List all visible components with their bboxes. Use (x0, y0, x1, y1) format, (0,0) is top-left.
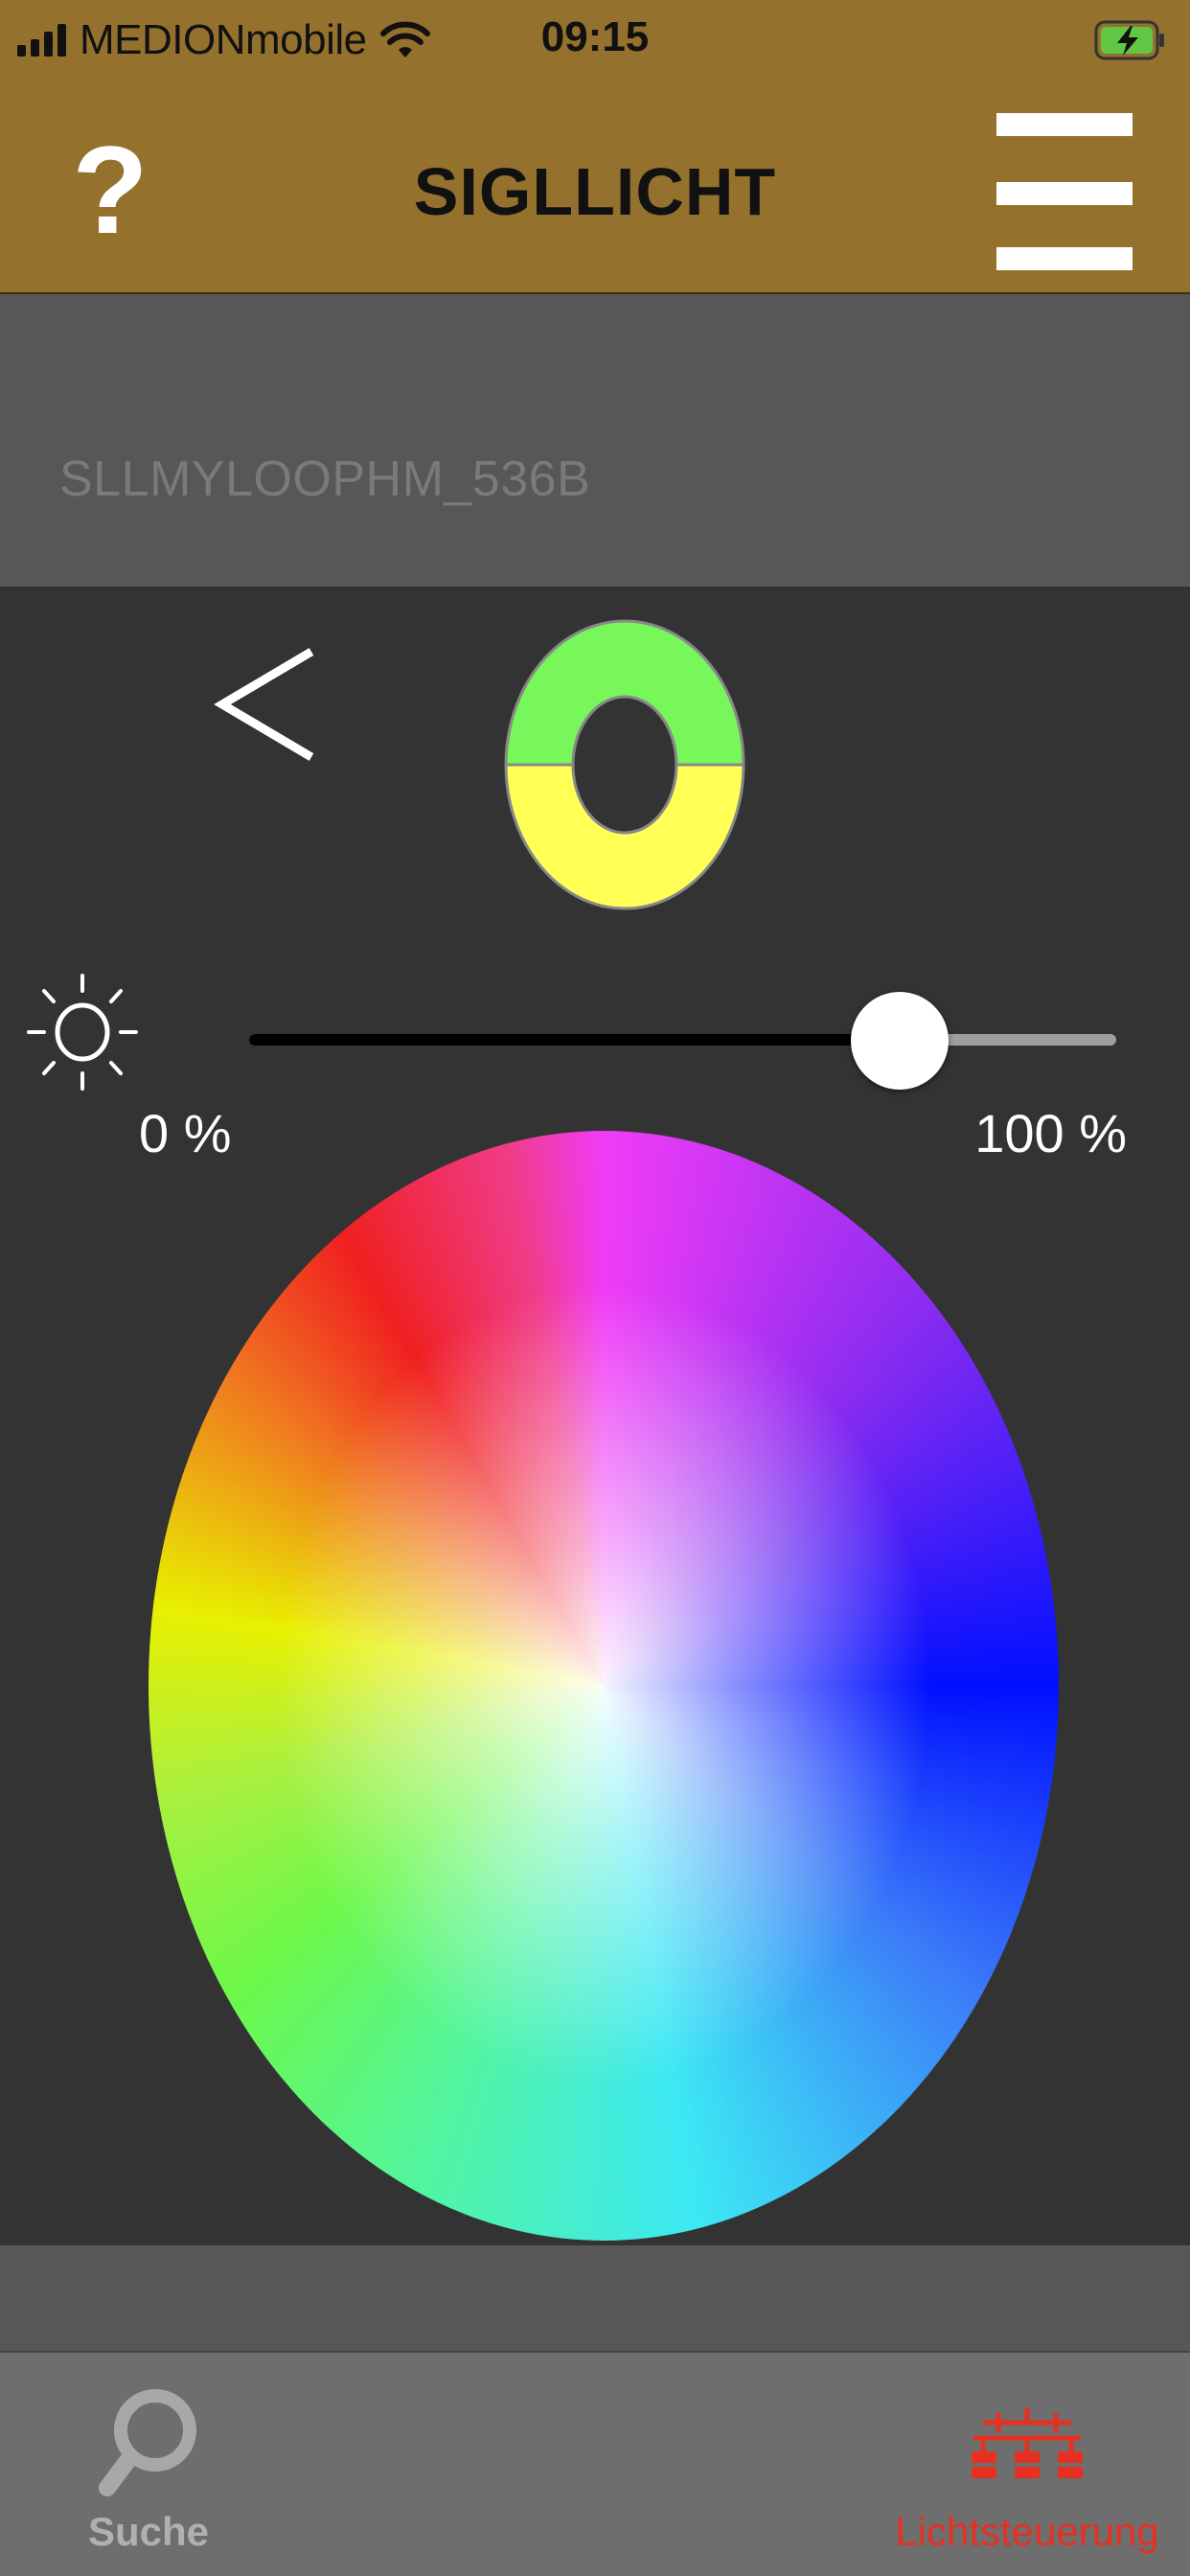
tab-search[interactable]: Suche (38, 2353, 259, 2576)
network-icon (972, 2407, 1083, 2478)
tab-light-control-label: Lichtsteuerung (895, 2509, 1159, 2554)
device-band (0, 294, 1190, 586)
battery-charging-icon (1094, 20, 1164, 60)
brightness-max-label: 100 % (974, 1103, 1127, 1163)
brightness-min-label: 0 % (139, 1103, 232, 1163)
chevron-left-icon (214, 648, 314, 761)
slider-thumb[interactable] (850, 992, 949, 1090)
slider-fill (249, 1034, 900, 1046)
status-time: 09:15 (540, 13, 650, 60)
menu-button[interactable] (996, 113, 1135, 274)
header: MEDIONmobile 09:15 ? SIGLLICHT (0, 0, 1190, 294)
device-name: SLLMYLOOPHM_536B (59, 451, 591, 507)
search-icon (99, 2389, 196, 2496)
brightness-slider[interactable] (249, 992, 1116, 1090)
menu-icon (996, 113, 1133, 136)
color-mode-indicator[interactable] (498, 613, 751, 920)
tab-light-control[interactable]: Lichtsteuerung (864, 2353, 1190, 2576)
screen: MEDIONmobile 09:15 ? SIGLLICHT SLLMYLOOP… (0, 0, 1190, 2576)
color-wheel[interactable] (149, 1131, 1059, 2241)
bottom-band (0, 2245, 1190, 2351)
tab-search-label: Suche (87, 2509, 210, 2554)
brightness-icon (27, 974, 138, 1091)
back-button[interactable] (211, 642, 326, 767)
tab-bar: Suche Lichtsteuerung (0, 2351, 1190, 2576)
